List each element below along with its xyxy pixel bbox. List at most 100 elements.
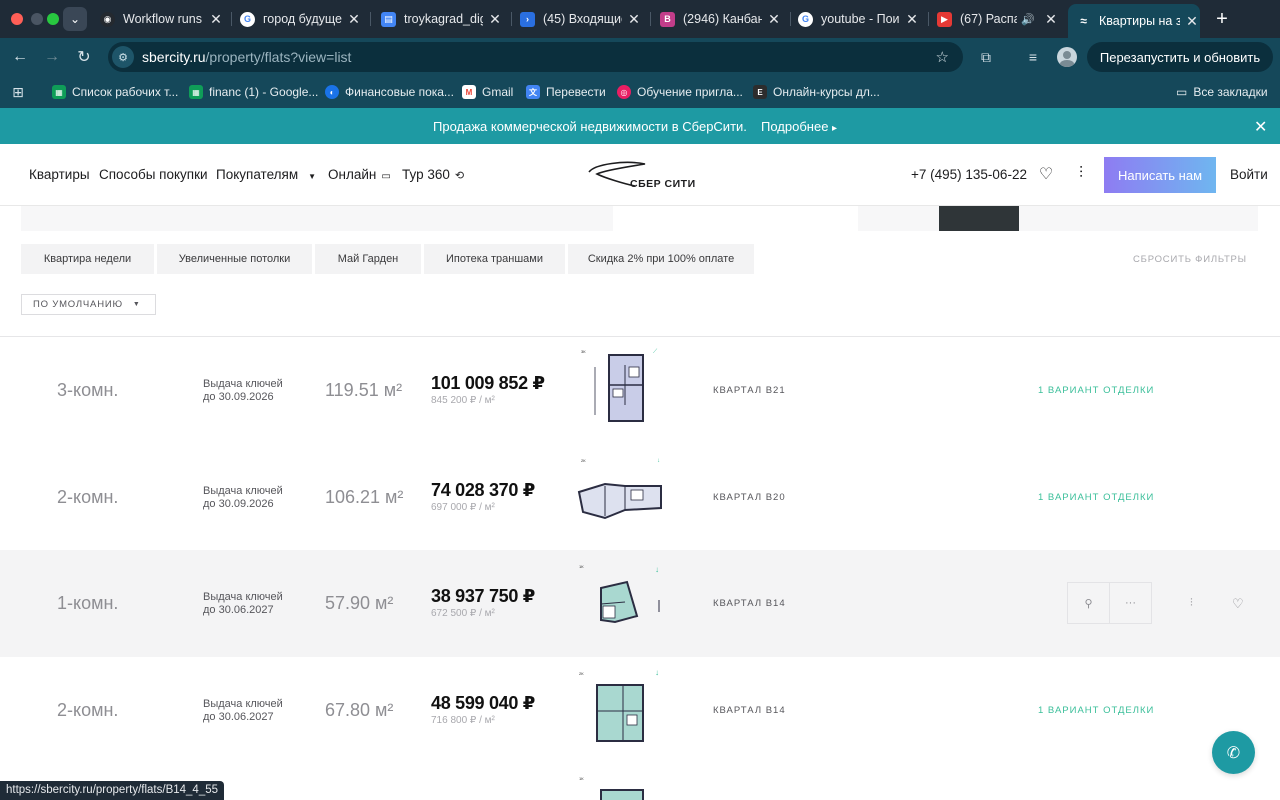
login-link[interactable]: Войти <box>1230 167 1268 182</box>
minimize-window-button[interactable] <box>31 13 43 25</box>
bookmark-item[interactable]: ▦ financ (1) - Google... <box>189 84 318 100</box>
maximize-window-button[interactable] <box>47 13 59 25</box>
arrow-left-icon: ← <box>12 48 28 65</box>
nav-online[interactable]: Онлайн ▭ <box>328 167 391 182</box>
speaker-icon[interactable]: 🔊 <box>1021 13 1035 26</box>
bookmark-star-icon[interactable]: ☆ <box>936 48 949 66</box>
flat-row[interactable]: 2-комн. Выдача ключей до 30.06.2027 67.80… <box>0 657 1280 764</box>
google-icon: G <box>798 11 813 27</box>
flat-area: 57.90 м² <box>325 593 394 613</box>
svg-text:↓: ↓ <box>655 565 659 574</box>
chip-high-ceilings[interactable]: Увеличенные потолки <box>157 244 312 274</box>
tab-flats-active[interactable]: ≈ Квартиры на з ✕ <box>1068 4 1200 38</box>
close-icon[interactable]: ✕ <box>1254 117 1267 137</box>
filter-slider-block[interactable] <box>939 206 1019 231</box>
chip-discount[interactable]: Скидка 2% при 100% оплате <box>568 244 754 274</box>
flat-keys-date: Выдача ключей до 30.06.2027 <box>203 698 283 723</box>
flat-finish-options[interactable]: 1 ВАРИАНТ ОТДЕЛКИ <box>1038 705 1154 716</box>
url-path: /property/flats?view=list <box>205 49 352 65</box>
extensions-icon[interactable]: ⧉ <box>976 47 996 67</box>
write-us-button[interactable]: Написать нам <box>1104 157 1216 193</box>
chip-may-garden[interactable]: Май Гарден <box>315 244 421 274</box>
more-button[interactable]: ··· <box>1109 582 1152 624</box>
sort-select[interactable]: ПО УМОЛЧАНИЮ ▼ <box>21 294 156 315</box>
compare-icon[interactable]: ⫶ <box>1190 597 1193 610</box>
new-tab-button[interactable]: + <box>1210 7 1234 31</box>
flat-finish-options[interactable]: 1 ВАРИАНТ ОТДЕЛКИ <box>1038 385 1154 396</box>
restart-update-button[interactable]: Перезапустить и обновить <box>1087 42 1273 72</box>
browser-tab-bar: ⌄ ◉ Workflow runs ✕ G город будущего ✕ ▤… <box>0 0 1280 38</box>
more-dots-icon: ··· <box>1125 597 1136 609</box>
flat-row[interactable]: 2-комн. Выдача ключей до 30.09.2026 106.2… <box>0 444 1280 551</box>
profile-avatar[interactable] <box>1057 47 1077 67</box>
docs-icon: ▤ <box>381 11 396 27</box>
reset-filters-button[interactable]: СБРОСИТЬ ФИЛЬТРЫ <box>1133 254 1247 265</box>
flat-floor-plan[interactable]: 2К ↓ <box>575 665 667 755</box>
phone-number[interactable]: +7 (495) 135-06-22 <box>911 167 1027 182</box>
nav-purchase-methods[interactable]: Способы покупки <box>99 167 208 182</box>
chip-flat-of-week[interactable]: Квартира недели <box>21 244 154 274</box>
flat-row[interactable]: 3-комн. Выдача ключей до 30.09.2026 119.5… <box>0 337 1280 444</box>
svg-text:2К: 2К <box>581 458 586 463</box>
all-bookmarks-button[interactable]: ▭ Все закладки <box>1176 84 1268 100</box>
flat-floor-plan[interactable]: 1К ↓ <box>575 558 667 648</box>
flat-floor-plan[interactable]: 2К ↓ <box>575 452 667 542</box>
heart-icon[interactable]: ♡ <box>1036 164 1056 184</box>
flat-floor-plan[interactable]: 3К ⟋ <box>575 345 667 435</box>
apps-grid-icon[interactable]: ⊞ <box>8 82 28 102</box>
tab-google-docs[interactable]: ▤ troykagrad_dig ✕ <box>381 0 503 38</box>
close-icon[interactable]: ✕ <box>1043 11 1059 28</box>
flat-rooms: 2-комн. <box>57 700 119 720</box>
tab-google-search[interactable]: G город будущего ✕ <box>240 0 362 38</box>
flat-keys-date: Выдача ключей до 30.06.2027 <box>203 591 283 616</box>
chip-mortgage[interactable]: Ипотека траншами <box>424 244 565 274</box>
forward-button[interactable]: → <box>40 45 64 69</box>
bookmark-item[interactable]: M Gmail <box>462 84 513 100</box>
flat-price-per-meter: 716 800 ₽ / м² <box>431 715 495 726</box>
close-icon[interactable]: ✕ <box>1184 13 1200 30</box>
address-bar[interactable]: ⚙ sbercity.ru/property/flats?view=list ☆ <box>108 42 963 72</box>
call-button[interactable]: ✆ <box>1212 731 1255 774</box>
nav-tour-360[interactable]: Тур 360 ⟲ <box>402 167 464 182</box>
site-settings-icon[interactable]: ⚙ <box>112 46 134 68</box>
tab-title: Workflow runs <box>123 12 202 26</box>
pin-button[interactable]: ⚲ <box>1067 582 1110 624</box>
svg-text:1К: 1К <box>579 564 584 569</box>
bookmark-item[interactable]: E Онлайн-курсы дл... <box>753 84 880 100</box>
back-button[interactable]: ← <box>8 45 32 69</box>
heart-icon[interactable]: ♡ <box>1232 596 1244 612</box>
promo-text: Продажа коммерческой недвижимости в Сбер… <box>433 119 747 134</box>
flat-rooms: 1-комн. <box>57 593 119 613</box>
tab-workflow-runs[interactable]: ◉ Workflow runs ✕ <box>100 0 224 38</box>
nav-flats[interactable]: Квартиры <box>29 167 90 182</box>
sbercity-logo[interactable]: СБЕР СИТИ <box>585 158 697 194</box>
close-icon[interactable]: ✕ <box>904 11 920 28</box>
media-control-icon[interactable]: ≡ <box>1023 47 1043 67</box>
tab-title: (45) Входящие <box>543 12 622 26</box>
pin-icon: ⚲ <box>1084 597 1093 610</box>
close-icon[interactable]: ✕ <box>766 11 782 28</box>
bookmark-item[interactable]: 文 Перевести <box>526 84 606 100</box>
tab-kanban[interactable]: B (2946) Канбан ✕ <box>660 0 782 38</box>
compare-icon[interactable]: ⫶ <box>1071 164 1091 184</box>
close-icon[interactable]: ✕ <box>487 11 503 28</box>
caret-down-icon: ▼ <box>308 172 317 181</box>
bookmark-item[interactable]: ▦ Список рабочих т... <box>52 84 178 100</box>
tab-search-button[interactable]: ⌄ <box>63 7 87 31</box>
close-icon[interactable]: ✕ <box>346 11 362 28</box>
close-icon[interactable]: ✕ <box>626 11 642 28</box>
tab-youtube[interactable]: ▶ (67) Распа 🔊 ✕ <box>937 0 1059 38</box>
reload-button[interactable]: ↻ <box>72 45 96 69</box>
bookmark-item[interactable]: ◎ Обучение пригла... <box>617 84 743 100</box>
promo-more-link[interactable]: Подробнее ▸ <box>761 119 837 134</box>
close-icon[interactable]: ✕ <box>208 11 224 28</box>
tab-inbox[interactable]: › (45) Входящие ✕ <box>520 0 642 38</box>
bookmark-item[interactable]: ◐ Финансовые пока... <box>325 84 454 100</box>
flat-floor-plan-partial[interactable]: 1К <box>575 772 667 800</box>
tab-youtube-search[interactable]: G youtube - Поис ✕ <box>798 0 920 38</box>
flat-row-hovered[interactable]: 1-комн. Выдача ключей до 30.06.2027 57.90… <box>0 550 1280 657</box>
nav-buyers[interactable]: Покупателям ▼ <box>216 167 316 182</box>
close-window-button[interactable] <box>11 13 23 25</box>
sort-value: ПО УМОЛЧАНИЮ <box>33 299 123 310</box>
flat-finish-options[interactable]: 1 ВАРИАНТ ОТДЕЛКИ <box>1038 492 1154 503</box>
